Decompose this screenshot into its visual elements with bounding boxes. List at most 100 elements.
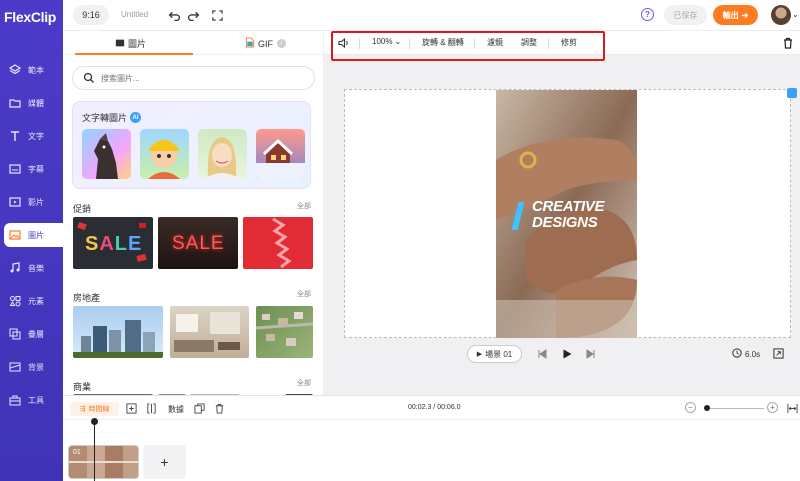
zoom-slider[interactable] xyxy=(704,408,764,409)
play-icon: ▶ xyxy=(476,351,483,358)
zoom-in-icon[interactable]: + xyxy=(767,402,778,413)
rotate-flip-button[interactable]: 旋轉 & 翻轉 xyxy=(422,37,464,48)
flexclip-logo: FlexClip xyxy=(4,9,57,25)
zoom-out-icon[interactable]: − xyxy=(685,402,696,413)
split-icon[interactable] xyxy=(146,403,157,414)
search-bar[interactable] xyxy=(72,66,315,90)
tab-gif[interactable]: GIF i xyxy=(245,37,286,50)
image-thumb-sale-1[interactable]: SALE xyxy=(73,217,153,269)
sidebar-item-subtitles[interactable]: 字幕 xyxy=(4,157,63,181)
sidebar-item-label: 音樂 xyxy=(28,263,44,273)
section-title-real-estate: 房地產 xyxy=(73,293,101,303)
canvas-toolbar: 100% ⌄ 旋轉 & 翻轉 濾鏡 調整 修剪 xyxy=(324,31,800,55)
image-thumb-living-room[interactable] xyxy=(170,306,249,358)
title-line-2: DESIGNS xyxy=(532,214,598,231)
sidebar-item-music[interactable]: 音樂 xyxy=(4,256,63,280)
tab-images[interactable]: 圖片 xyxy=(115,37,146,50)
subtitle-icon xyxy=(8,162,22,176)
timeline-clip[interactable]: 01 xyxy=(68,445,139,479)
sidebar-item-overlays[interactable]: 疊層 xyxy=(4,322,63,346)
video-icon xyxy=(8,195,22,209)
sidebar-item-images[interactable]: 圖片 xyxy=(4,223,63,247)
sidebar-item-label: 元素 xyxy=(28,296,44,306)
video-preview[interactable]: CREATIVE DESIGNS xyxy=(496,90,637,338)
filter-button[interactable]: 濾鏡 xyxy=(487,37,503,48)
image-thumb-aerial[interactable] xyxy=(256,306,313,358)
fullscreen-icon[interactable] xyxy=(210,8,224,22)
music-icon xyxy=(8,261,22,275)
zoom-slider-handle[interactable] xyxy=(704,405,710,411)
image-icon xyxy=(115,38,125,50)
project-title[interactable]: Untitled xyxy=(121,10,148,19)
expand-icon[interactable] xyxy=(773,348,785,360)
ai-sample-horse[interactable] xyxy=(82,129,131,179)
timeline-panel: ⇶ 時間線 數據 00:02.3 / 00:06.0 − + 01 + xyxy=(63,395,800,481)
trim-button[interactable]: 修剪 xyxy=(561,37,577,48)
help-icon[interactable]: ? xyxy=(641,8,654,21)
search-input[interactable] xyxy=(101,73,301,83)
adjust-button[interactable]: 調整 xyxy=(521,37,537,48)
ai-sample-cabin[interactable] xyxy=(256,129,305,179)
sidebar-item-elements[interactable]: 元素 xyxy=(4,289,63,313)
duplicate-icon[interactable] xyxy=(194,403,205,414)
timeline-toggle-button[interactable]: ⇶ 時間線 xyxy=(70,402,119,416)
ai-card-title: 文字轉圖片 AI xyxy=(82,111,142,124)
sidebar-item-templates[interactable]: 範本 xyxy=(4,58,63,82)
zoom-select[interactable]: 100% ⌄ xyxy=(372,37,401,46)
redo-icon[interactable] xyxy=(186,8,200,22)
saved-button[interactable]: 已保存 xyxy=(664,5,707,25)
see-all-link[interactable]: 全部 xyxy=(297,378,311,388)
overlay-icon xyxy=(8,327,22,341)
image-thumb-sale-2[interactable]: SALE xyxy=(158,217,238,269)
trash-icon[interactable] xyxy=(782,37,794,49)
volume-icon[interactable] xyxy=(338,37,350,51)
ai-text-to-image-card[interactable]: 文字轉圖片 AI xyxy=(72,101,311,189)
add-scene-icon[interactable] xyxy=(126,403,137,414)
toolbox-icon xyxy=(8,393,22,407)
playhead-handle[interactable] xyxy=(91,418,98,425)
delete-icon[interactable] xyxy=(214,403,225,414)
chevron-down-icon: ⌄ xyxy=(394,37,402,46)
sidebar-item-text[interactable]: 文字 xyxy=(4,124,63,148)
export-button[interactable]: 輸出 ➔ xyxy=(713,5,758,25)
info-icon[interactable]: i xyxy=(277,39,286,48)
playhead[interactable] xyxy=(94,418,95,481)
title-line-1: CREATIVE xyxy=(532,198,605,215)
section-title-promotion: 促銷 xyxy=(73,204,92,214)
fit-width-icon[interactable] xyxy=(787,403,798,414)
image-thumb-city[interactable] xyxy=(73,306,163,358)
play-icon[interactable] xyxy=(561,348,573,360)
search-icon xyxy=(83,72,95,84)
chevron-down-icon[interactable]: ⌄ xyxy=(792,10,799,19)
ai-sample-woman[interactable] xyxy=(198,129,247,179)
undo-icon[interactable] xyxy=(167,8,181,22)
background-icon xyxy=(8,360,22,374)
ai-sample-boy[interactable] xyxy=(140,129,189,179)
image-thumb-sale-3[interactable] xyxy=(243,217,313,269)
data-button[interactable]: 數據 xyxy=(168,404,184,415)
section-title-business: 商業 xyxy=(73,382,92,392)
video-title-text[interactable]: CREATIVE DESIGNS xyxy=(532,198,605,231)
avatar[interactable] xyxy=(771,5,791,25)
image-icon xyxy=(8,228,22,242)
toolbar-divider xyxy=(359,38,360,49)
top-bar: 9:16 Untitled ? 已保存 輸出 ➔ ⌄ xyxy=(63,0,800,31)
tab-label: 圖片 xyxy=(128,39,147,49)
canvas-area: 100% ⌄ 旋轉 & 翻轉 濾鏡 調整 修剪 CREATIVE DESIGNS… xyxy=(324,31,800,395)
scene-play-button[interactable]: ▶ 場景 01 xyxy=(467,345,522,363)
sidebar-item-background[interactable]: 背景 xyxy=(4,355,63,379)
skip-back-icon[interactable] xyxy=(536,348,548,360)
aspect-ratio-button[interactable]: 9:16 xyxy=(73,5,109,25)
sidebar-item-tools[interactable]: 工具 xyxy=(4,388,63,412)
add-clip-button[interactable]: + xyxy=(143,445,186,479)
stage-handle[interactable] xyxy=(787,88,797,98)
skip-forward-icon[interactable] xyxy=(585,348,597,360)
timeline-icon: ⇶ xyxy=(79,406,86,413)
sidebar-item-label: 疊層 xyxy=(28,329,44,339)
see-all-link[interactable]: 全部 xyxy=(297,201,311,211)
see-all-link[interactable]: 全部 xyxy=(297,289,311,299)
sidebar-item-media[interactable]: 媒體 xyxy=(4,91,63,115)
sidebar-item-label: 範本 xyxy=(28,65,44,75)
sidebar-item-videos[interactable]: 影片 xyxy=(4,190,63,214)
duration-display[interactable]: 6.0s xyxy=(732,348,760,360)
